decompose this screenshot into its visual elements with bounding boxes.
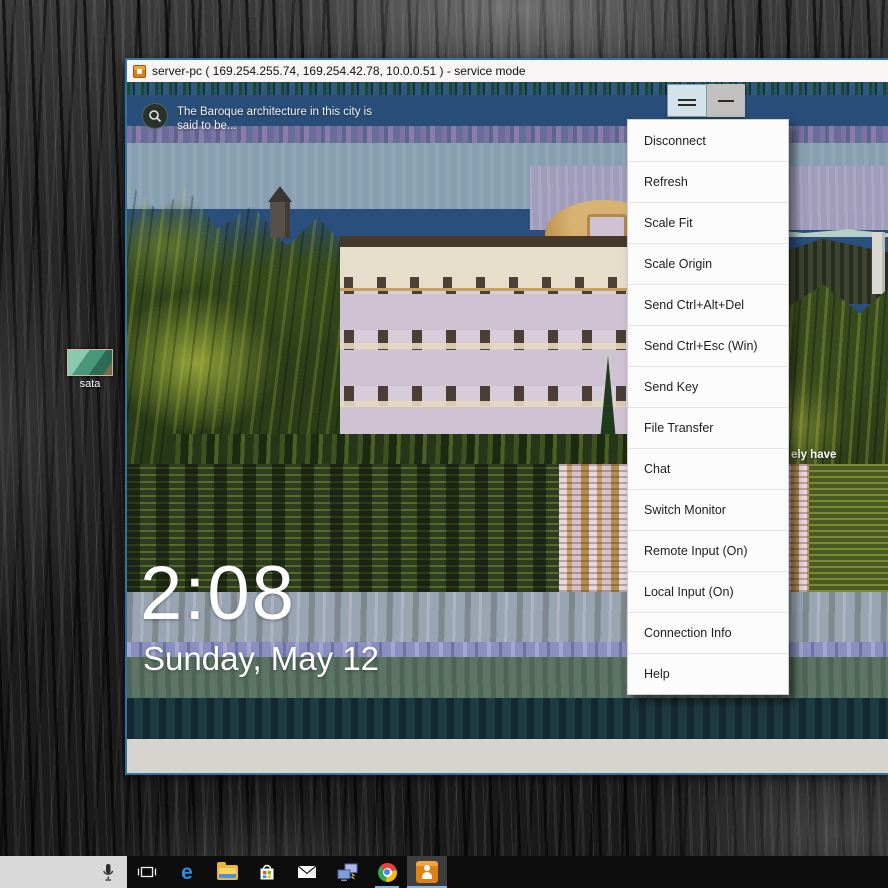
menu-item-scale-origin[interactable]: Scale Origin <box>628 243 788 284</box>
mail-icon <box>297 864 317 880</box>
remote-desktop-icon <box>336 862 359 883</box>
lockscreen-hint-text: The Baroque architecture in this city is… <box>177 103 372 133</box>
window-bottom-strip <box>127 739 888 773</box>
menu-item-remote-input[interactable]: Remote Input (On) <box>628 530 788 571</box>
store-button[interactable] <box>247 856 287 888</box>
lockscreen-white-tower <box>872 232 885 294</box>
chrome-icon <box>378 863 397 882</box>
mail-button[interactable] <box>287 856 327 888</box>
viewer-dropdown-menu: Disconnect Refresh Scale Fit Scale Origi… <box>627 119 789 695</box>
menu-item-chat[interactable]: Chat <box>628 448 788 489</box>
task-view-icon <box>137 862 157 882</box>
remote-app-icon <box>416 861 438 883</box>
menu-item-send-ctrl-alt-del[interactable]: Send Ctrl+Alt+Del <box>628 284 788 325</box>
lockscreen-tip-fragment: ely have <box>791 449 836 461</box>
toolbar-menu-button[interactable] <box>667 84 707 117</box>
lockscreen-date: Sunday, May 12 <box>143 640 379 678</box>
hamburger-icon <box>678 96 696 106</box>
app-window-icon <box>133 65 146 78</box>
remote-app-button[interactable] <box>407 856 447 888</box>
lockscreen-trees-left <box>127 182 355 474</box>
lake-teal-band <box>127 698 888 739</box>
toolbar-minimize-button[interactable] <box>707 84 745 117</box>
screen: sata server-pc ( 169.254.255.74, 169.254… <box>0 0 888 888</box>
menu-item-switch-monitor[interactable]: Switch Monitor <box>628 489 788 530</box>
lockscreen-time: 2:08 <box>140 556 296 632</box>
menu-item-file-transfer[interactable]: File Transfer <box>628 407 788 448</box>
edge-icon: e <box>181 862 193 883</box>
desktop-icon-label: sata <box>58 378 122 390</box>
remote-desktop-button[interactable] <box>327 856 367 888</box>
window-titlebar[interactable]: server-pc ( 169.254.255.74, 169.254.42.7… <box>127 60 888 82</box>
taskbar: e <box>0 856 888 888</box>
file-explorer-button[interactable] <box>207 856 247 888</box>
task-view-button[interactable] <box>127 856 167 888</box>
lockscreen-fort-tower <box>268 186 292 238</box>
microphone-icon[interactable] <box>101 863 115 882</box>
search-icon[interactable] <box>142 103 168 129</box>
menu-item-scale-fit[interactable]: Scale Fit <box>628 202 788 243</box>
viewer-toolbar <box>667 84 745 117</box>
taskbar-search-box[interactable] <box>0 856 127 888</box>
store-icon <box>257 862 277 882</box>
menu-item-disconnect[interactable]: Disconnect <box>628 120 788 161</box>
menu-item-connection-info[interactable]: Connection Info <box>628 612 788 653</box>
menu-item-send-ctrl-esc[interactable]: Send Ctrl+Esc (Win) <box>628 325 788 366</box>
chrome-button[interactable] <box>367 856 407 888</box>
file-explorer-icon <box>217 865 238 880</box>
menu-item-local-input[interactable]: Local Input (On) <box>628 571 788 612</box>
sata-thumbnail-icon <box>67 349 113 376</box>
menu-item-refresh[interactable]: Refresh <box>628 161 788 202</box>
window-title: server-pc ( 169.254.255.74, 169.254.42.7… <box>152 64 526 78</box>
lockscreen-treeline-top <box>127 82 888 95</box>
menu-item-send-key[interactable]: Send Key <box>628 366 788 407</box>
minimize-icon <box>718 100 734 102</box>
lockscreen-search-bubble[interactable]: The Baroque architecture in this city is… <box>142 103 372 133</box>
desktop-icon-sata[interactable]: sata <box>58 349 122 390</box>
menu-item-help[interactable]: Help <box>628 653 788 694</box>
edge-button[interactable]: e <box>167 856 207 888</box>
